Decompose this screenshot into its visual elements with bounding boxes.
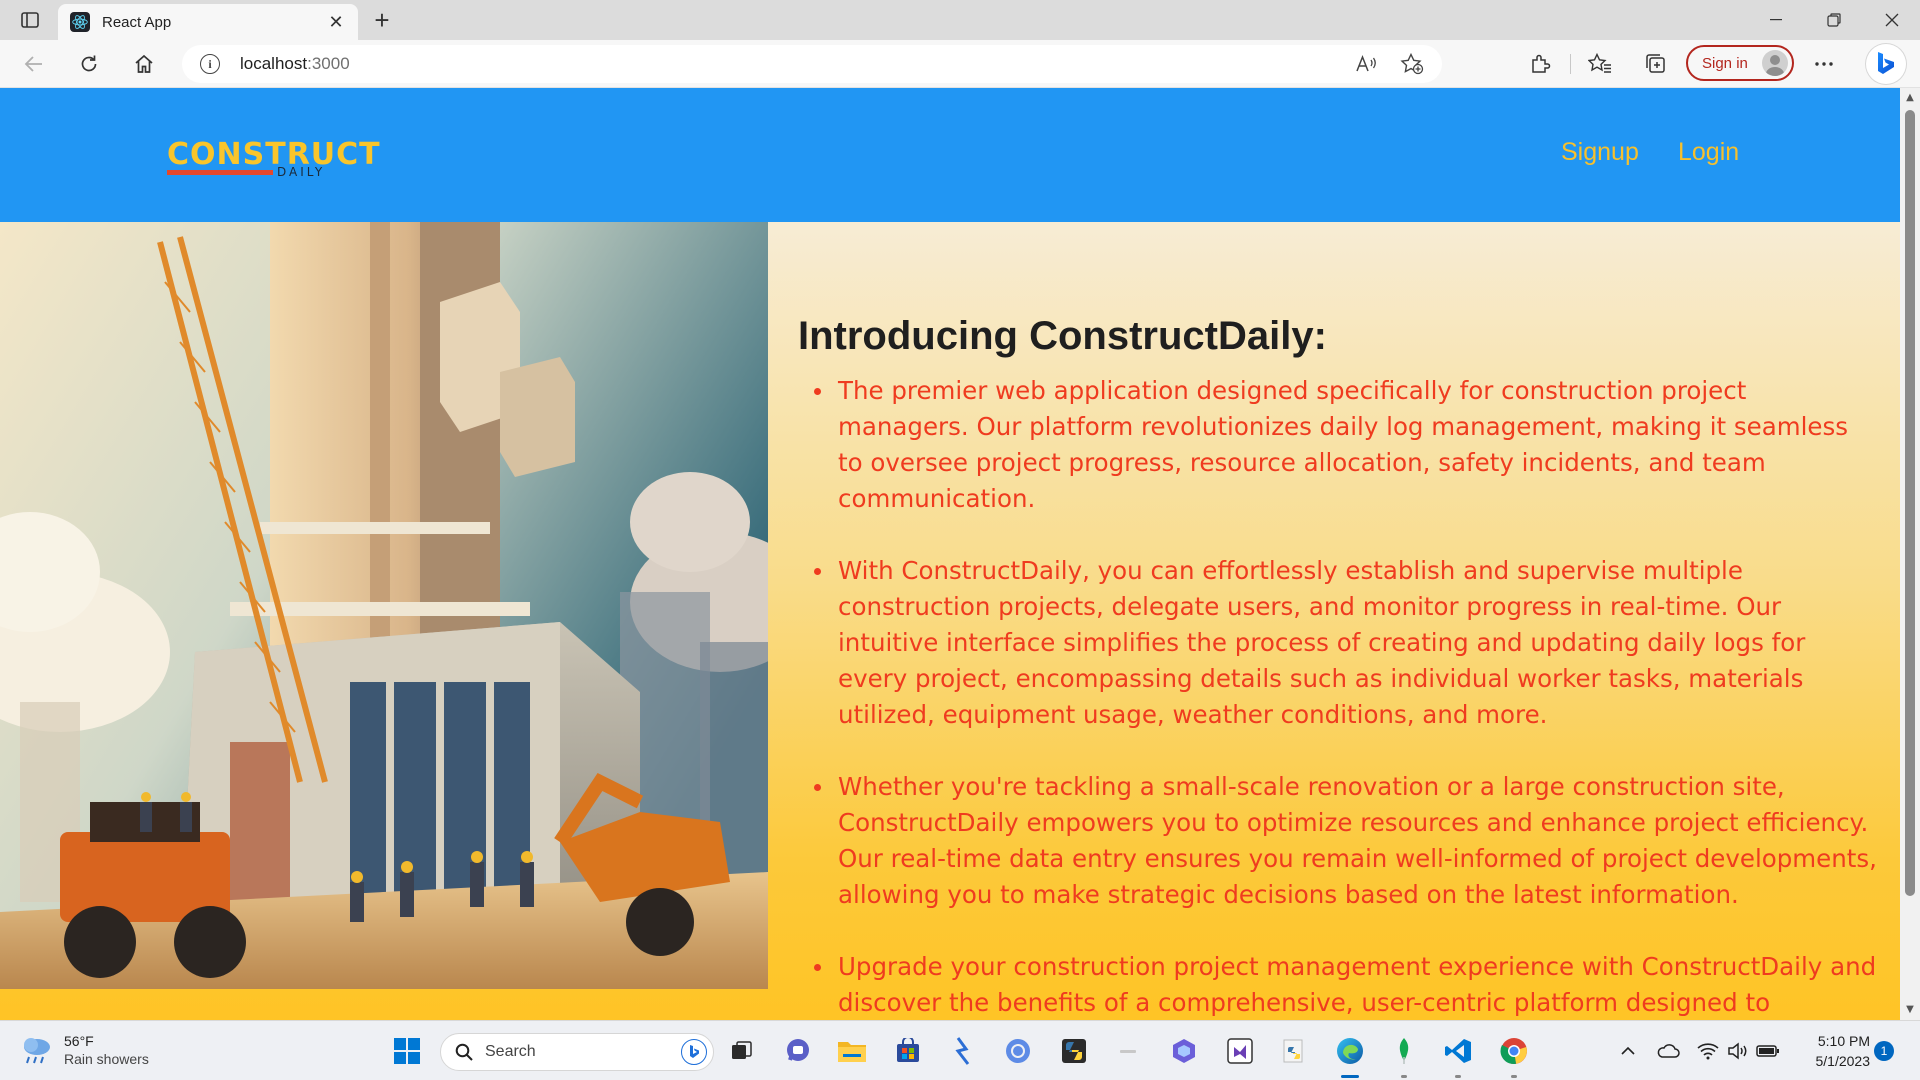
browser-tab-bar: React App ✕ + (0, 0, 1920, 40)
microsoft-store-icon[interactable] (892, 1035, 924, 1067)
extensions-icon[interactable] (1524, 48, 1556, 80)
notification-badge[interactable]: 1 (1874, 1041, 1894, 1061)
address-bar[interactable]: i localhost:3000 (182, 45, 1442, 83)
feature-item: Upgrade your construction project manage… (814, 949, 1878, 1020)
vscode-icon[interactable] (1442, 1035, 1474, 1067)
construction-site-illustration (0, 222, 768, 989)
chrome-icon[interactable] (1498, 1035, 1530, 1067)
new-tab-icon[interactable]: + (368, 5, 396, 35)
bing-chat-icon[interactable] (1866, 44, 1906, 84)
logo-underline (167, 170, 273, 175)
copilot-app-icon[interactable] (1168, 1035, 1200, 1067)
avatar-icon (1762, 50, 1788, 76)
python-icon[interactable] (1058, 1035, 1090, 1067)
page-scrollbar[interactable]: ▲ ▼ (1900, 88, 1920, 1020)
wifi-icon[interactable] (1692, 1035, 1724, 1067)
browser-toolbar: i localhost:3000 Sign in (0, 40, 1920, 88)
mongodb-icon[interactable] (1388, 1035, 1420, 1067)
python-idle-icon[interactable] (1278, 1035, 1310, 1067)
weather-widget[interactable]: 56°F Rain showers (20, 1031, 180, 1071)
toolbar-divider (1570, 54, 1571, 74)
nav-login-link[interactable]: Login (1678, 138, 1739, 167)
page-viewport: CONSTRUCT DAILY Signup Login Introducing… (0, 88, 1900, 1020)
more-options-icon[interactable] (1808, 48, 1840, 80)
tab-title: React App (102, 13, 172, 31)
chevron-up-icon[interactable] (1612, 1035, 1644, 1067)
cortana-icon[interactable] (1002, 1035, 1034, 1067)
collections-icon[interactable] (1640, 48, 1672, 80)
nav-signup-link[interactable]: Signup (1561, 138, 1639, 167)
construct-daily-logo[interactable]: CONSTRUCT DAILY (167, 140, 380, 180)
task-view-icon[interactable] (726, 1035, 758, 1067)
feature-item: Whether you're tackling a small-scale re… (814, 769, 1878, 913)
edge-browser-icon[interactable] (1334, 1035, 1366, 1067)
refresh-icon[interactable] (73, 48, 105, 80)
windows-start-icon[interactable] (391, 1035, 423, 1067)
hero-title: Introducing ConstructDaily: (798, 314, 1327, 358)
add-favorite-icon[interactable] (1400, 52, 1424, 79)
scroll-thumb[interactable] (1905, 110, 1915, 896)
site-header: CONSTRUCT DAILY Signup Login (0, 88, 1900, 222)
bing-search-icon[interactable] (681, 1039, 707, 1065)
scroll-down-icon[interactable]: ▼ (1904, 1004, 1916, 1016)
rain-cloud-icon (20, 1035, 54, 1069)
taskbar-clock[interactable]: 5:10 PM 5/1/2023 (1784, 1031, 1871, 1071)
onedrive-cloud-icon[interactable] (1652, 1035, 1684, 1067)
tab-close-icon[interactable]: ✕ (326, 12, 346, 33)
hero-section: Introducing ConstructDaily: The premier … (0, 222, 1900, 1020)
favorites-icon[interactable] (1584, 48, 1616, 80)
address-url: localhost:3000 (240, 54, 350, 73)
close-window-icon[interactable] (1864, 0, 1920, 40)
volume-icon[interactable] (1722, 1035, 1754, 1067)
visual-studio-icon[interactable] (1224, 1035, 1256, 1067)
react-icon (70, 12, 90, 32)
tab-actions-icon[interactable] (16, 8, 44, 32)
read-aloud-icon[interactable] (1356, 54, 1378, 78)
windows-taskbar: 56°F Rain showers Search 5:10 PM 5/1/202… (0, 1020, 1920, 1080)
minimize-icon[interactable] (1748, 0, 1804, 40)
home-icon[interactable] (128, 48, 160, 80)
site-info-icon[interactable]: i (200, 54, 220, 74)
edge-active-indicator (1341, 1075, 1359, 1078)
restore-icon[interactable] (1806, 0, 1862, 40)
feature-item: With ConstructDaily, you can effortlessl… (814, 553, 1878, 733)
browser-tab-active[interactable]: React App ✕ (58, 4, 358, 40)
feature-list: The premier web application designed spe… (798, 373, 1878, 1020)
feature-item: The premier web application designed spe… (814, 373, 1878, 517)
battery-icon[interactable] (1752, 1035, 1784, 1067)
power-automate-icon[interactable] (946, 1035, 978, 1067)
search-icon (455, 1043, 473, 1061)
taskbar-search[interactable]: Search (440, 1033, 714, 1071)
back-arrow-icon[interactable] (18, 48, 50, 80)
scroll-up-icon[interactable]: ▲ (1904, 92, 1916, 104)
sign-in-button[interactable]: Sign in (1686, 45, 1794, 81)
file-explorer-icon[interactable] (836, 1035, 868, 1067)
vscode-open-indicator (1455, 1075, 1461, 1078)
app-placeholder-icon[interactable] (1112, 1035, 1144, 1067)
chrome-open-indicator (1511, 1075, 1517, 1078)
chat-icon[interactable] (782, 1035, 814, 1067)
mongodb-open-indicator (1401, 1075, 1407, 1078)
hero-content: Introducing ConstructDaily: The premier … (798, 314, 1878, 1020)
